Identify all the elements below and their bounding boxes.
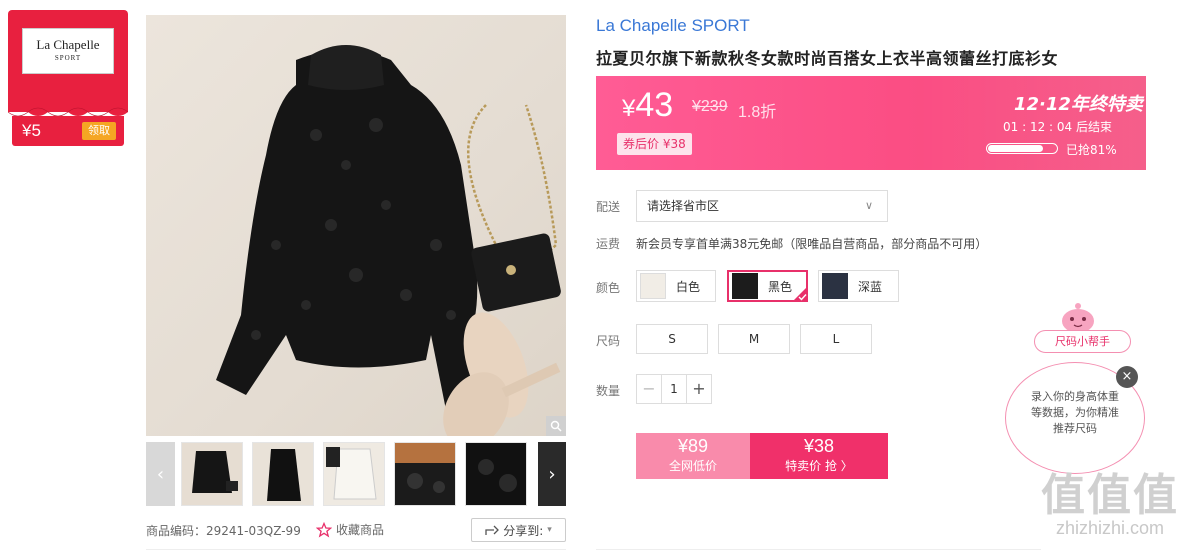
currency-symbol: ¥ — [622, 95, 636, 122]
store-coupon[interactable]: La Chapelle SPORT ¥5 领取 — [8, 10, 128, 148]
color-option-label: 黑色 — [768, 279, 793, 294]
shipping-info: 新会员专享首单满38元免邮（限唯品自营商品，部分商品不可用） — [636, 237, 988, 251]
selected-check-icon — [792, 286, 808, 302]
star-icon — [316, 521, 332, 537]
coupon-footer: ¥5 领取 — [12, 116, 124, 146]
thumbnail[interactable] — [252, 442, 314, 506]
market-price-value: ¥89 — [677, 436, 709, 456]
brand-link[interactable]: La Chapelle SPORT — [596, 16, 750, 36]
divider — [146, 549, 566, 550]
quantity-increase-button[interactable]: + — [687, 375, 711, 403]
product-meta-row: 商品编码：29241-03QZ-99 收藏商品 分享到: ▾ — [146, 518, 566, 542]
thumb-image — [395, 443, 455, 493]
chevron-down-icon: ∨ — [864, 199, 873, 212]
size-option-m[interactable]: M — [718, 324, 790, 354]
original-price: ¥239 — [692, 98, 728, 115]
thumb-image — [192, 451, 238, 493]
magnifier-icon — [550, 420, 562, 432]
quantity-label: 数量 — [596, 384, 621, 398]
share-button[interactable]: 分享到: ▾ — [471, 518, 566, 542]
color-option-navy[interactable]: 深蓝 — [818, 270, 899, 302]
delivery-label: 配送 — [596, 200, 621, 214]
color-swatch — [640, 273, 666, 299]
buy-now-label: 特卖价 抢 〉 — [785, 459, 853, 473]
product-title: 拉夏贝尔旗下新款秋冬女款时尚百搭女上衣半高领蕾丝打底衫女 — [596, 49, 1059, 68]
region-select[interactable]: 请选择省市区 ∨ — [636, 190, 888, 222]
size-label: 尺码 — [596, 334, 621, 348]
color-label: 颜色 — [596, 281, 621, 295]
color-option-black[interactable]: 黑色 — [727, 270, 808, 302]
chevron-left-icon: ‹ — [156, 463, 165, 485]
quantity-decrease-button[interactable]: − — [637, 375, 661, 403]
current-price-value: 43 — [635, 86, 674, 124]
thumb-prev-button[interactable]: ‹ — [146, 442, 175, 506]
thumbnail-carousel: ‹ › — [146, 442, 566, 507]
sale-price-value: ¥38 — [803, 436, 835, 456]
thumbnail[interactable] — [465, 442, 527, 506]
divider — [596, 549, 1041, 550]
coupon-header: La Chapelle SPORT — [8, 10, 128, 112]
after-coupon-price: 券后价 ¥38 — [617, 133, 692, 155]
watermark-url: zhizhizhi.com — [1055, 518, 1165, 538]
share-icon — [485, 525, 500, 535]
thumb-image — [326, 447, 377, 500]
site-watermark: 值值值 zhizhizhi.com — [1041, 470, 1179, 539]
countdown-timer: 01 : 12 : 04 后结束 — [1003, 120, 1112, 134]
thumb-image — [267, 449, 301, 501]
color-option-label: 白色 — [676, 279, 701, 294]
region-select-value: 请选择省市区 — [647, 199, 720, 213]
brand-logo-sub: SPORT — [54, 54, 82, 62]
mascot-icon[interactable] — [1058, 301, 1098, 333]
brand-logo-name: La Chapelle — [36, 37, 100, 52]
size-option-l[interactable]: L — [800, 324, 872, 354]
chevron-right-icon: › — [548, 463, 556, 485]
thumb-next-button[interactable]: › — [538, 442, 566, 506]
share-label: 分享到: — [503, 523, 544, 538]
chevron-down-icon: ▾ — [547, 525, 552, 535]
color-swatch — [732, 273, 758, 299]
color-option-white[interactable]: 白色 — [636, 270, 716, 302]
thumb-image — [478, 459, 517, 492]
current-price: ¥43 — [622, 86, 673, 125]
brand-logo: La Chapelle SPORT — [22, 28, 114, 74]
thumbnail[interactable] — [323, 442, 385, 506]
sku-code: 商品编码：29241-03QZ-99 — [146, 524, 301, 538]
size-option-s[interactable]: S — [636, 324, 708, 354]
product-photo — [216, 45, 561, 436]
close-icon[interactable]: × — [1116, 366, 1138, 388]
thumbnail[interactable] — [394, 442, 456, 506]
buy-now-button[interactable]: ¥38 特卖价 抢 〉 — [750, 433, 888, 479]
sold-progress-text: 已抢81% — [1066, 143, 1117, 157]
sold-progress-fill — [988, 145, 1044, 152]
claim-coupon-button[interactable]: 领取 — [82, 122, 116, 140]
thumbnail[interactable] — [181, 442, 243, 506]
coupon-amount: ¥5 — [22, 121, 41, 140]
price-banner: ¥43 ¥239 1.8折 券后价 ¥38 12·12年终特卖 01 : 12 … — [596, 76, 1146, 170]
color-swatch — [822, 273, 848, 299]
discount-rate: 1.8折 — [738, 104, 777, 121]
market-price-button[interactable]: ¥89 全网低价 — [636, 433, 750, 479]
quantity-input[interactable]: 1 — [661, 375, 687, 403]
shipping-label: 运费 — [596, 237, 621, 251]
zoom-button[interactable] — [546, 416, 566, 436]
favorite-label: 收藏商品 — [336, 523, 385, 537]
color-option-label: 深蓝 — [858, 279, 883, 294]
promo-title: 12·12年终特卖 — [1014, 94, 1143, 115]
quantity-stepper: − 1 + — [636, 374, 712, 404]
market-price-label: 全网低价 — [668, 459, 717, 473]
size-helper-button[interactable]: 尺码小帮手 — [1034, 330, 1131, 353]
watermark-logo: 值值值 — [1041, 470, 1179, 521]
sold-progress-bar — [986, 143, 1058, 154]
main-product-image[interactable] — [146, 15, 566, 436]
favorite-button[interactable]: 收藏商品 — [316, 521, 384, 538]
